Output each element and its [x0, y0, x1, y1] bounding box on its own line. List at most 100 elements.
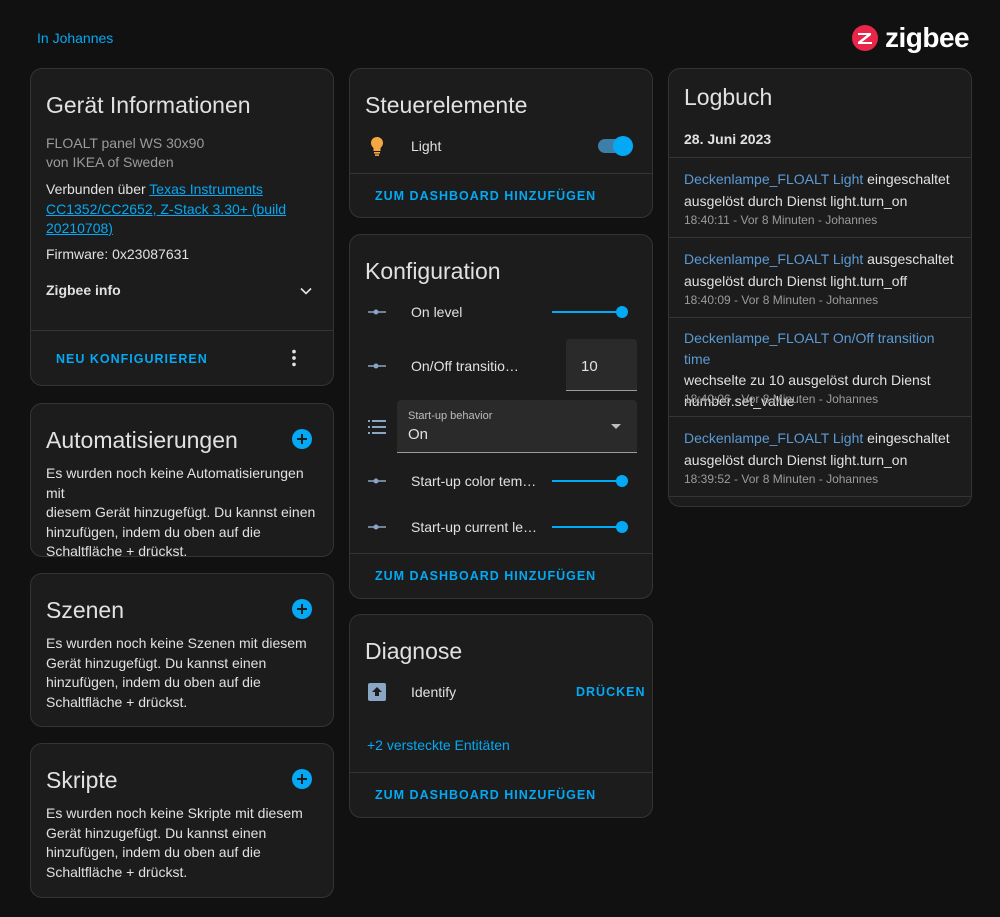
- device-model: FLOALT panel WS 30x90: [46, 135, 205, 151]
- brand-name: zigbee: [885, 22, 970, 53]
- format-list-icon: [368, 420, 386, 434]
- text-line: hinzufügen, indem du oben auf die: [46, 844, 261, 860]
- startup-behavior-select[interactable]: Start-up behavior On: [397, 400, 637, 453]
- device-info-card: Gerät Informationen FLOALT panel WS 30x9…: [30, 68, 334, 386]
- text-line: hinzufügen, indem du oben auf die: [46, 674, 261, 690]
- text-line: Gerät hinzugefügt. Du kannst einen: [46, 654, 267, 671]
- text-line: Es wurden noch keine Skripte mit diesem: [46, 805, 303, 821]
- log-action: ausgelöst durch Dienst light.turn_on: [684, 193, 908, 209]
- logbook-date: 28. Juni 2023: [684, 131, 772, 147]
- card-title: Gerät Informationen: [46, 92, 251, 118]
- slider-knob: [616, 475, 628, 487]
- scripts-empty-text: Es wurden noch keine Skripte mit diesem …: [46, 804, 326, 882]
- lightbulb-icon[interactable]: [365, 134, 389, 158]
- slider-entity-icon: [368, 524, 386, 530]
- log-timestamp: 18:39:52 - Vor 8 Minuten - Johannes: [684, 472, 879, 486]
- card-title: Diagnose: [365, 638, 463, 664]
- select-value: On: [408, 426, 429, 443]
- configuration-card: Konfiguration On level On/Off transitio……: [349, 234, 653, 599]
- add-automation-icon[interactable]: [292, 429, 312, 449]
- text-line: Schaltfläche + drückst.: [46, 693, 188, 710]
- text-line: Schaltfläche + drückst.: [46, 543, 188, 559]
- coordinator-link[interactable]: Texas Instruments: [149, 181, 263, 197]
- more-vertical-icon[interactable]: [283, 347, 305, 369]
- transition-label: On/Off transitio…: [411, 358, 519, 374]
- on-level-label: On level: [411, 304, 463, 320]
- log-entry: Deckenlampe_FLOALT Light eingeschaltet a…: [669, 417, 971, 497]
- transition-input[interactable]: 10: [566, 339, 637, 391]
- light-toggle[interactable]: [597, 135, 637, 157]
- log-entry: Deckenlampe_FLOALT Light ausgeschaltet a…: [669, 238, 971, 318]
- card-title: Automatisierungen: [46, 427, 238, 453]
- log-entry: Deckenlampe_FLOALT Light eingeschaltet a…: [669, 158, 971, 238]
- slider-knob: [616, 306, 628, 318]
- add-to-dashboard-button[interactable]: ZUM DASHBOARD HINZUFÜGEN: [375, 569, 596, 583]
- text-line: Schaltfläche + drückst.: [46, 863, 188, 880]
- text-line: diesem Gerät hinzugefügt. Du kannst eine…: [46, 504, 316, 520]
- text-line: hinzufügen, indem du oben auf die: [46, 523, 261, 540]
- add-scene-icon[interactable]: [292, 599, 312, 619]
- card-title: Steuerelemente: [365, 92, 528, 118]
- slider-track: [552, 311, 622, 313]
- reconfigure-button[interactable]: NEU KONFIGURIEREN: [56, 352, 208, 366]
- log-entry-text: Deckenlampe_FLOALT Light eingeschaltet a…: [684, 168, 964, 212]
- on-level-slider[interactable]: [552, 305, 628, 319]
- zigbee-info-label: Zigbee info: [46, 282, 121, 298]
- text-line: Es wurden noch keine Szenen mit diesem: [46, 635, 307, 651]
- scripts-card: Skripte Es wurden noch keine Skripte mit…: [30, 743, 334, 898]
- add-to-dashboard-button[interactable]: ZUM DASHBOARD HINZUFÜGEN: [375, 189, 596, 203]
- controls-card: Steuerelemente Light ZUM DASHBOARD HINZU…: [349, 68, 653, 218]
- entity-link[interactable]: Deckenlampe_FLOALT Light: [684, 251, 863, 267]
- text-line: Es wurden noch keine Automatisierungen m…: [46, 465, 304, 501]
- add-to-dashboard-button[interactable]: ZUM DASHBOARD HINZUFÜGEN: [375, 788, 596, 802]
- slider-entity-icon: [368, 309, 386, 315]
- log-action: ausgeschaltet: [863, 251, 954, 267]
- log-action: ausgelöst durch Dienst light.turn_off: [684, 273, 908, 289]
- identify-icon: [368, 683, 386, 701]
- entity-link[interactable]: Deckenlampe_FLOALT On/Off transition tim…: [684, 330, 935, 367]
- color-temp-slider[interactable]: [552, 474, 628, 488]
- device-manufacturer: von IKEA of Sweden: [46, 154, 174, 170]
- slider-entity-icon: [368, 478, 386, 484]
- log-timestamp: 18:40:09 - Vor 8 Minuten - Johannes: [684, 293, 879, 307]
- text-line: Gerät hinzugefügt. Du kannst einen: [46, 824, 267, 841]
- divider: [669, 496, 971, 497]
- divider: [350, 173, 652, 174]
- log-action: wechselte zu 10 ausgelöst durch Dienst: [684, 372, 931, 388]
- log-timestamp: 18:40:11 - Vor 8 Minuten - Johannes: [684, 213, 878, 227]
- zigbee-logo: zigbee: [851, 22, 970, 54]
- toggle-knob: [613, 136, 633, 156]
- current-level-slider[interactable]: [552, 520, 628, 534]
- log-entry-text: Deckenlampe_FLOALT Light eingeschaltet a…: [684, 427, 964, 471]
- card-title: Konfiguration: [365, 258, 501, 284]
- select-label: Start-up behavior: [408, 410, 493, 422]
- log-entry-text: Deckenlampe_FLOALT Light ausgeschaltet a…: [684, 248, 964, 292]
- card-title: Logbuch: [684, 84, 773, 110]
- light-entity-label[interactable]: Light: [411, 138, 441, 154]
- identify-label: Identify: [411, 684, 457, 700]
- color-temp-label: Start-up color tem…: [411, 473, 537, 489]
- chevron-down-icon: [300, 287, 312, 295]
- scenes-card: Szenen Es wurden noch keine Szenen mit d…: [30, 573, 334, 727]
- log-entry: Deckenlampe_FLOALT On/Off transition tim…: [669, 318, 971, 418]
- zigbee-info-expander[interactable]: Zigbee info: [46, 281, 316, 303]
- logbook-card: Logbuch 28. Juni 2023 Deckenlampe_FLOALT…: [668, 68, 972, 507]
- divider: [350, 772, 652, 773]
- log-action: eingeschaltet: [863, 171, 950, 187]
- diagnostics-card: Diagnose Identify DRÜCKEN +2 versteckte …: [349, 614, 653, 818]
- coordinator-link-cont2[interactable]: 20210708): [46, 220, 113, 236]
- entity-link[interactable]: Deckenlampe_FLOALT Light: [684, 430, 863, 446]
- divider: [350, 553, 652, 554]
- coordinator-link-cont[interactable]: CC1352/CC2652, Z-Stack 3.30+ (build: [46, 201, 286, 217]
- area-link[interactable]: In Johannes: [37, 30, 113, 46]
- identify-press-button[interactable]: DRÜCKEN: [576, 685, 646, 699]
- current-level-label: Start-up current le…: [411, 519, 538, 535]
- entity-link[interactable]: Deckenlampe_FLOALT Light: [684, 171, 863, 187]
- hidden-entities-link[interactable]: +2 versteckte Entitäten: [367, 736, 510, 756]
- add-script-icon[interactable]: [292, 769, 312, 789]
- slider-track: [552, 480, 622, 482]
- scenes-empty-text: Es wurden noch keine Szenen mit diesem G…: [46, 634, 326, 712]
- automations-empty-text: Es wurden noch keine Automatisierungen m…: [46, 464, 326, 562]
- log-action: eingeschaltet: [863, 430, 950, 446]
- connected-via: Verbunden über Texas Instruments CC1352/…: [46, 180, 306, 239]
